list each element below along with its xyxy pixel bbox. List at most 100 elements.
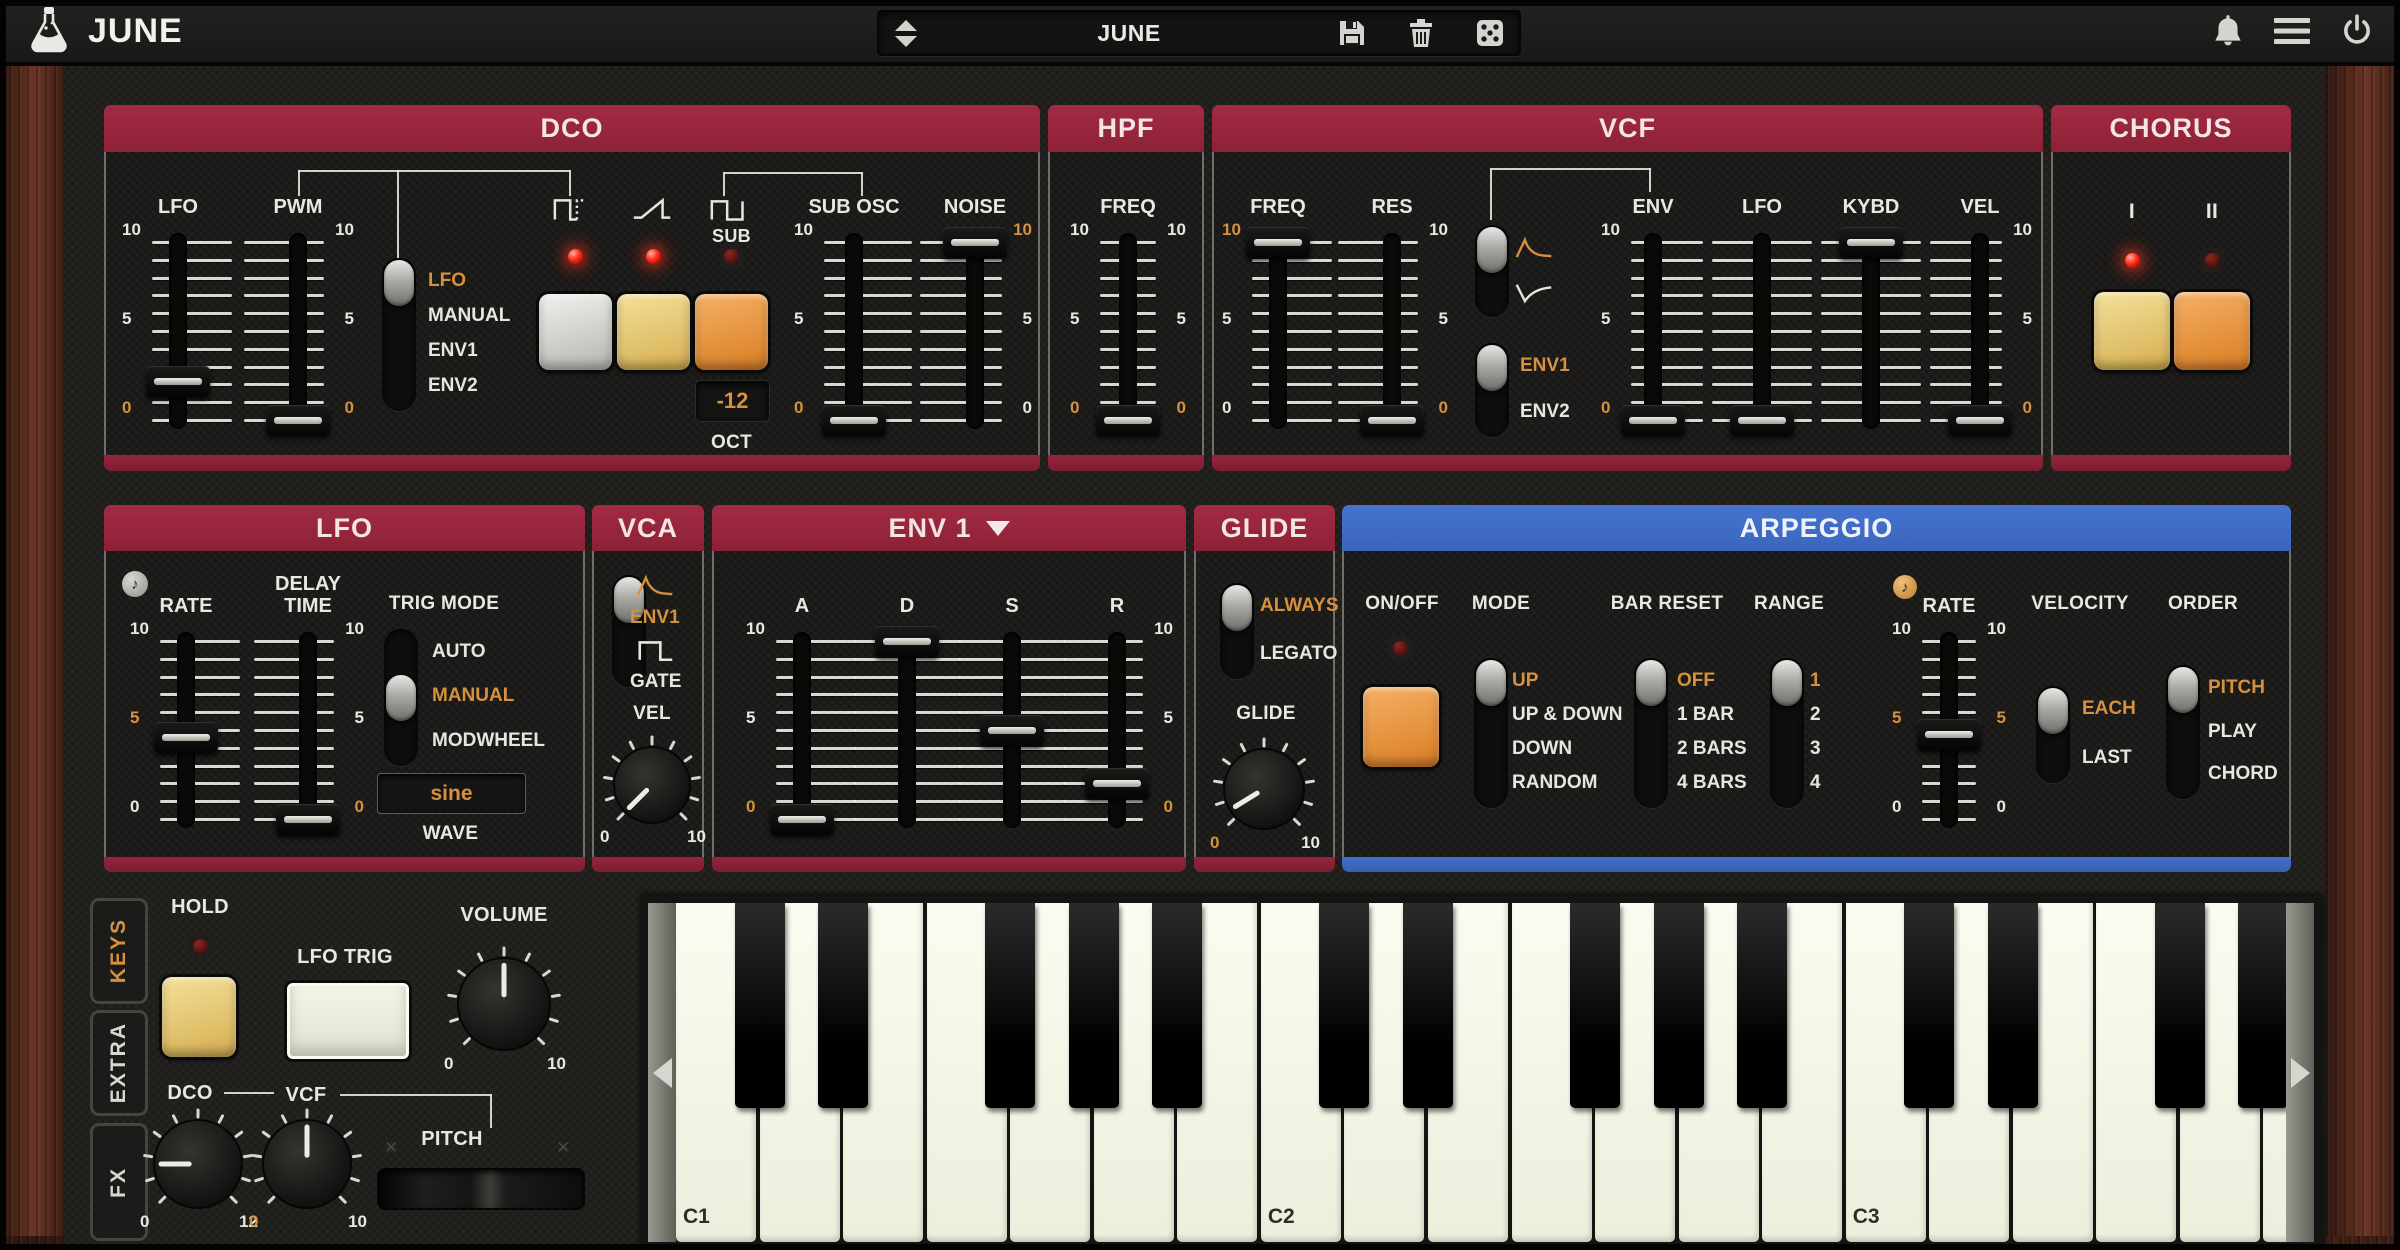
dco-pwm-source-switch-option[interactable]: ENV1 (428, 340, 478, 362)
arp-mode-switch-option[interactable]: DOWN (1512, 738, 1572, 760)
lfo-delay-slider[interactable]: DELAYTIME1050 (252, 571, 364, 861)
key-F3-sharp[interactable] (2155, 903, 2205, 1108)
hold-button[interactable] (162, 977, 236, 1057)
save-preset-button[interactable] (1337, 18, 1367, 48)
key-D1-sharp[interactable] (818, 903, 868, 1108)
dco-pwm-source-switch-knob[interactable] (384, 260, 414, 306)
vcf-res-slider[interactable]: RES1050 (1336, 172, 1448, 462)
glide-knob[interactable] (1212, 737, 1316, 841)
arp-rate-handle[interactable] (1917, 719, 1981, 750)
key-C3-sharp[interactable] (1904, 903, 1954, 1108)
arp-mode-switch-option[interactable]: RANDOM (1512, 772, 1598, 794)
tab-keys[interactable]: KEYS (90, 898, 148, 1004)
preset-name[interactable]: JUNE (999, 20, 1259, 47)
key-A1-sharp[interactable] (1152, 903, 1202, 1108)
lfo-wave-select[interactable]: sine (377, 773, 526, 814)
arp-bar-reset-switch-option[interactable]: 2 BARS (1677, 738, 1747, 760)
vca-mode-switch-option[interactable]: GATE (630, 637, 681, 693)
dco-octave-display[interactable]: -12 (695, 380, 770, 422)
arp-range-switch-option[interactable]: 4 (1810, 772, 1821, 794)
hpf-freq-slider[interactable]: FREQ10105500 (1070, 172, 1186, 462)
key-G3-sharp[interactable] (2238, 903, 2286, 1108)
env1-attack-handle[interactable] (770, 804, 834, 835)
vcf-lfo-handle[interactable] (1730, 405, 1794, 436)
arp-mode-switch-option[interactable]: UP (1512, 670, 1538, 692)
env1-decay-handle[interactable] (875, 626, 939, 657)
arp-range-switch-knob[interactable] (1772, 660, 1802, 706)
lfo-trig-switch-option[interactable]: MODWHEEL (432, 730, 545, 752)
volume-knob[interactable] (446, 946, 562, 1062)
vcf-kybd-handle[interactable] (1839, 227, 1903, 258)
delete-preset-button[interactable] (1407, 18, 1435, 48)
dco-pwm-source-switch-option[interactable]: ENV2 (428, 375, 478, 397)
vcf-vel-slider[interactable]: VEL1050 (1928, 172, 2032, 462)
vcf-polarity-switch-knob[interactable] (1477, 227, 1507, 273)
env1-header[interactable]: ENV 1 (712, 505, 1186, 551)
arp-order-switch-option[interactable]: PLAY (2208, 721, 2257, 743)
chorus-2-button[interactable] (2174, 292, 2250, 370)
glide-mode-switch-option[interactable]: LEGATO (1260, 643, 1337, 665)
vcf-res-handle[interactable] (1360, 405, 1424, 436)
arp-order-switch-option[interactable]: CHORD (2208, 763, 2278, 785)
key-G1-sharp[interactable] (1069, 903, 1119, 1108)
menu-button[interactable] (2272, 16, 2312, 46)
preset-prev-button[interactable] (895, 20, 917, 31)
arp-bar-reset-switch-knob[interactable] (1636, 660, 1666, 706)
pitch-wheel[interactable] (377, 1168, 585, 1210)
dco-pwm-source-switch-option[interactable]: MANUAL (428, 305, 510, 327)
arp-velocity-switch-option[interactable]: LAST (2082, 747, 2132, 769)
lfo-trig-switch-knob[interactable] (386, 675, 416, 721)
dco-bend-knob[interactable] (142, 1108, 254, 1220)
glide-mode-switch-knob[interactable] (1222, 585, 1252, 631)
key-G2-sharp[interactable] (1654, 903, 1704, 1108)
dco-pwm-handle[interactable] (266, 405, 330, 436)
power-button[interactable] (2340, 14, 2374, 48)
lfo-trig-button[interactable] (287, 983, 409, 1059)
arp-range-switch-option[interactable]: 2 (1810, 704, 1821, 726)
key-A2-sharp[interactable] (1737, 903, 1787, 1108)
key-C2-sharp[interactable] (1319, 903, 1369, 1108)
arp-order-switch-option[interactable]: PITCH (2208, 677, 2265, 699)
dropdown-caret-icon[interactable] (986, 521, 1010, 536)
preset-next-button[interactable] (895, 36, 917, 47)
lfo-delay-handle[interactable] (276, 804, 340, 835)
arp-order-switch-knob[interactable] (2168, 667, 2198, 713)
vcf-env-switch-option[interactable]: ENV1 (1520, 355, 1570, 377)
arp-bar-reset-switch-option[interactable]: 4 BARS (1677, 772, 1747, 794)
octave-up-button[interactable] (2286, 903, 2314, 1242)
arp-range-switch-option[interactable]: 1 (1810, 670, 1821, 692)
env1-release-slider[interactable]: R1050 (1061, 571, 1173, 861)
dco-subosc-handle[interactable] (822, 405, 886, 436)
arp-mode-switch-knob[interactable] (1476, 660, 1506, 706)
arp-onoff-button[interactable] (1363, 687, 1439, 767)
key-C1-sharp[interactable] (735, 903, 785, 1108)
dco-pwm-slider[interactable]: PWM1050 (242, 172, 354, 462)
arp-velocity-switch-option[interactable]: EACH (2082, 698, 2136, 720)
lfo-trig-switch-option[interactable]: MANUAL (432, 685, 514, 707)
dco-noise-handle[interactable] (943, 227, 1007, 258)
vcf-vel-handle[interactable] (1948, 405, 2012, 436)
key-D3-sharp[interactable] (1988, 903, 2038, 1108)
dco-pulse-button[interactable] (539, 294, 612, 370)
vca-mode-switch-option[interactable]: ENV1 (630, 573, 680, 629)
randomize-preset-button[interactable] (1475, 18, 1505, 48)
vcf-freq-handle[interactable] (1246, 227, 1310, 258)
tab-extra[interactable]: EXTRA (90, 1010, 148, 1116)
key-F1-sharp[interactable] (985, 903, 1035, 1108)
arp-velocity-switch-knob[interactable] (2038, 688, 2068, 734)
vcf-bend-knob[interactable] (251, 1108, 363, 1220)
arp-bar-reset-switch-option[interactable]: OFF (1677, 670, 1715, 692)
dco-sub-square-button[interactable] (695, 294, 768, 370)
octave-down-button[interactable] (648, 903, 676, 1242)
vcf-env-switch-option[interactable]: ENV2 (1520, 401, 1570, 423)
lfo-rate-handle[interactable] (154, 722, 218, 753)
dco-saw-button[interactable] (617, 294, 690, 370)
lfo-trig-switch-option[interactable]: AUTO (432, 641, 485, 663)
vcf-polarity-switch-option[interactable] (1514, 235, 1554, 266)
dco-lfo-handle[interactable] (146, 366, 210, 397)
arp-bar-reset-switch-option[interactable]: 1 BAR (1677, 704, 1734, 726)
glide-mode-switch-option[interactable]: ALWAYS (1260, 595, 1339, 617)
key-D2-sharp[interactable] (1403, 903, 1453, 1108)
arp-range-switch-option[interactable]: 3 (1810, 738, 1821, 760)
env1-sustain-handle[interactable] (980, 715, 1044, 746)
